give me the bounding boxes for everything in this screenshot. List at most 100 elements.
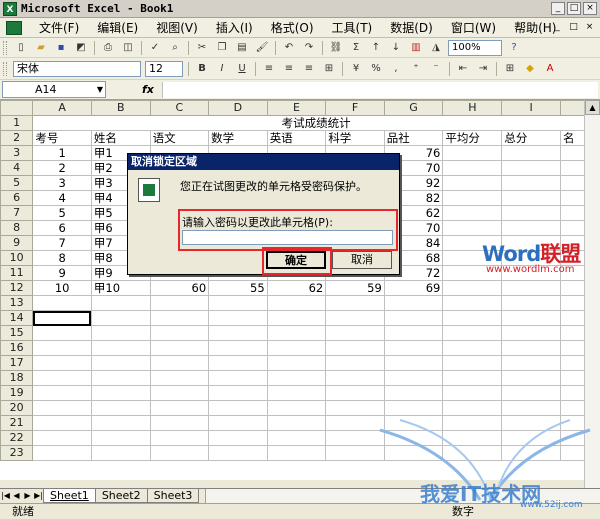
- column-header-f[interactable]: F: [325, 100, 385, 116]
- cell[interactable]: 59: [325, 280, 385, 296]
- cell[interactable]: [149, 415, 210, 431]
- print-icon[interactable]: ⎙: [100, 40, 116, 56]
- cell[interactable]: [266, 355, 327, 371]
- zoom-select[interactable]: 100%: [448, 39, 502, 56]
- cell[interactable]: [208, 340, 268, 356]
- row-header[interactable]: 19: [0, 385, 34, 401]
- column-header-a[interactable]: A: [32, 100, 92, 116]
- cut-icon[interactable]: ✂: [194, 40, 210, 56]
- header-cell[interactable]: 数学: [208, 130, 268, 146]
- cell[interactable]: [149, 370, 210, 386]
- cell[interactable]: [442, 175, 503, 191]
- row-header[interactable]: 2: [0, 130, 34, 146]
- cell[interactable]: [442, 280, 503, 296]
- merge-center-icon[interactable]: ⊞: [321, 61, 337, 77]
- sort-descending-icon[interactable]: ↓: [388, 40, 404, 56]
- cell[interactable]: [501, 190, 561, 206]
- cell[interactable]: [383, 340, 444, 356]
- row-header[interactable]: 5: [0, 175, 34, 191]
- formula-input[interactable]: [162, 82, 598, 98]
- workbook-icon[interactable]: [6, 20, 22, 35]
- cell[interactable]: [266, 385, 327, 401]
- row-header[interactable]: 23: [0, 445, 34, 461]
- toolbar-grip[interactable]: [3, 40, 7, 55]
- header-cell[interactable]: 平均分: [442, 130, 503, 146]
- cell[interactable]: 7: [32, 235, 92, 251]
- cell[interactable]: [266, 400, 327, 416]
- cell[interactable]: [383, 370, 444, 386]
- row-header[interactable]: 6: [0, 190, 34, 206]
- print-preview-icon[interactable]: ◫: [120, 40, 136, 56]
- cell[interactable]: [90, 325, 151, 341]
- cell[interactable]: [383, 295, 444, 311]
- cell[interactable]: [32, 370, 92, 386]
- cell[interactable]: [90, 400, 151, 416]
- decrease-decimal-icon[interactable]: ⁻: [428, 61, 444, 77]
- menu-window[interactable]: 窗口(W): [442, 18, 505, 38]
- column-header-i[interactable]: I: [501, 100, 561, 116]
- autosum-icon[interactable]: Σ: [348, 40, 364, 56]
- header-cell[interactable]: 考号: [32, 130, 92, 146]
- cell[interactable]: 2: [32, 160, 92, 176]
- row-header[interactable]: 15: [0, 325, 34, 341]
- close-button[interactable]: ×: [583, 2, 597, 15]
- cell[interactable]: [442, 355, 503, 371]
- cell[interactable]: [149, 430, 210, 446]
- cell[interactable]: [442, 340, 503, 356]
- cell[interactable]: [383, 310, 444, 326]
- cell[interactable]: [149, 445, 210, 461]
- password-field[interactable]: [182, 230, 393, 245]
- cell[interactable]: [501, 220, 561, 236]
- cell[interactable]: 10: [32, 280, 92, 296]
- new-icon[interactable]: ▯: [13, 40, 29, 56]
- font-size-select[interactable]: 12: [145, 60, 183, 77]
- cell[interactable]: [208, 325, 268, 341]
- menu-insert[interactable]: 插入(I): [207, 18, 262, 38]
- cell[interactable]: [32, 295, 92, 311]
- help-icon[interactable]: ?: [506, 40, 522, 56]
- row-header[interactable]: 3: [0, 145, 34, 161]
- cell[interactable]: [90, 370, 151, 386]
- scroll-up-icon[interactable]: ▲: [585, 100, 600, 115]
- cell[interactable]: 1: [32, 145, 92, 161]
- cell[interactable]: [90, 415, 151, 431]
- comma-icon[interactable]: ,: [388, 61, 404, 77]
- cell[interactable]: [501, 340, 561, 356]
- italic-icon[interactable]: I: [214, 61, 230, 77]
- cell[interactable]: [32, 415, 92, 431]
- menu-format[interactable]: 格式(O): [262, 18, 323, 38]
- tab-sheet1[interactable]: Sheet1: [43, 489, 96, 503]
- cell[interactable]: 9: [32, 265, 92, 281]
- cell[interactable]: [149, 355, 210, 371]
- cell[interactable]: [501, 385, 561, 401]
- cell[interactable]: [501, 310, 561, 326]
- row-header[interactable]: 22: [0, 430, 34, 446]
- spelling-icon[interactable]: ✓: [147, 40, 163, 56]
- row-header[interactable]: 11: [0, 265, 34, 281]
- header-cell[interactable]: 品社: [383, 130, 444, 146]
- maximize-button[interactable]: □: [567, 2, 581, 15]
- cell[interactable]: [501, 205, 561, 221]
- cell[interactable]: [32, 325, 92, 341]
- cell[interactable]: 3: [32, 175, 92, 191]
- align-left-icon[interactable]: ≡: [261, 61, 277, 77]
- cell[interactable]: [32, 385, 92, 401]
- cell[interactable]: [442, 190, 503, 206]
- cell[interactable]: [383, 385, 444, 401]
- cell[interactable]: [208, 310, 268, 326]
- cell[interactable]: [501, 280, 561, 296]
- cell[interactable]: [208, 355, 268, 371]
- cell[interactable]: [149, 340, 210, 356]
- cell[interactable]: [149, 325, 210, 341]
- menu-tools[interactable]: 工具(T): [323, 18, 382, 38]
- first-sheet-icon[interactable]: |◀: [0, 489, 11, 503]
- percent-icon[interactable]: %: [368, 61, 384, 77]
- cell[interactable]: [383, 355, 444, 371]
- cell[interactable]: [208, 295, 268, 311]
- cell[interactable]: [325, 385, 385, 401]
- increase-indent-icon[interactable]: ⇥: [475, 61, 491, 77]
- cell[interactable]: 6: [32, 220, 92, 236]
- font-name-select[interactable]: 宋体: [13, 60, 141, 77]
- cell[interactable]: [266, 445, 327, 461]
- cell[interactable]: [325, 325, 385, 341]
